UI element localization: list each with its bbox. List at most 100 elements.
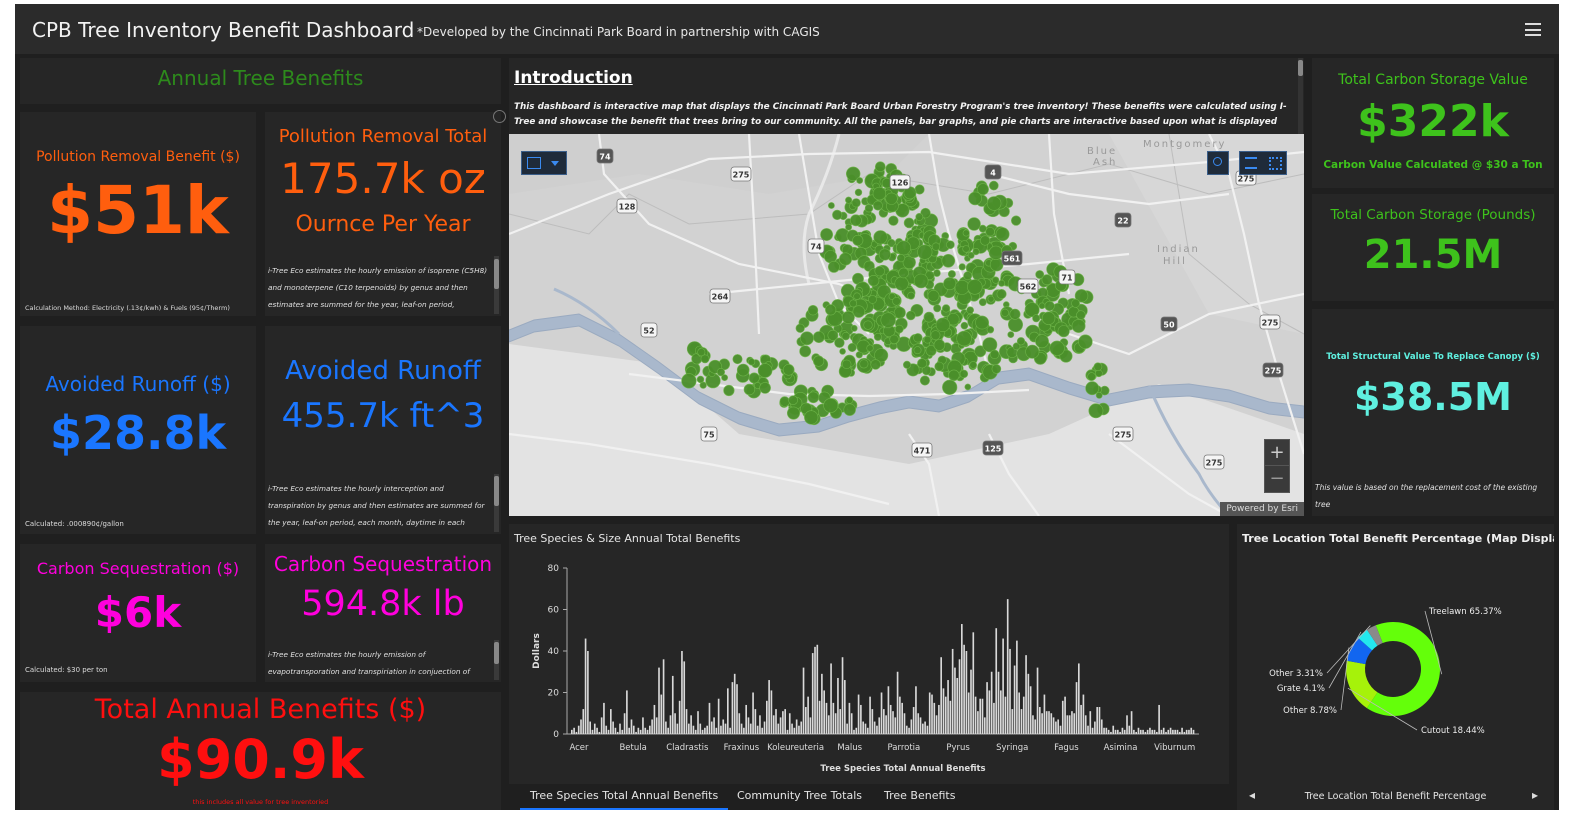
map-panel[interactable]: Blue Ash Montgomery Indian Hill 74 275 126…: [509, 134, 1304, 516]
bar[interactable]: [717, 698, 720, 734]
bar[interactable]: [685, 709, 688, 734]
bar[interactable]: [866, 727, 869, 734]
bar[interactable]: [958, 659, 961, 734]
bar[interactable]: [766, 700, 768, 734]
bar[interactable]: [1098, 707, 1101, 734]
bar[interactable]: [763, 721, 766, 734]
bar[interactable]: [637, 727, 640, 734]
tree-point[interactable]: [779, 396, 790, 407]
bar[interactable]: [626, 690, 628, 734]
bar-chart-panel[interactable]: Tree Species & Size Annual Total Benefit…: [509, 524, 1229, 784]
bar[interactable]: [715, 727, 718, 734]
bar[interactable]: [1006, 599, 1009, 735]
bar[interactable]: [580, 719, 582, 734]
tree-point[interactable]: [991, 364, 1002, 374]
bar[interactable]: [571, 729, 573, 734]
tree-point[interactable]: [852, 305, 865, 318]
bar[interactable]: [1078, 663, 1080, 734]
tree-point[interactable]: [759, 382, 771, 394]
carbon-storage-value-panel[interactable]: Total Carbon Storage Value $322k Carbon …: [1312, 58, 1554, 188]
bar[interactable]: [1188, 729, 1190, 734]
bar[interactable]: [1165, 731, 1167, 734]
bar[interactable]: [706, 725, 708, 734]
bar[interactable]: [896, 671, 899, 734]
tree-point[interactable]: [942, 379, 958, 395]
bar[interactable]: [683, 661, 686, 735]
tree-point[interactable]: [839, 348, 846, 355]
tree-point[interactable]: [799, 345, 812, 358]
tree-point[interactable]: [1009, 308, 1021, 320]
tree-point[interactable]: [930, 330, 941, 341]
bar[interactable]: [738, 713, 741, 734]
map-search-button[interactable]: [1207, 151, 1229, 175]
bar[interactable]: [938, 704, 940, 734]
tree-point[interactable]: [915, 213, 924, 221]
bar[interactable]: [805, 707, 807, 734]
tree-point[interactable]: [903, 217, 915, 229]
pollution-benefit-panel[interactable]: Pollution Removal Benefit ($) $51k Calcu…: [20, 112, 256, 316]
menu-icon[interactable]: [1525, 23, 1541, 36]
bar[interactable]: [1172, 729, 1174, 734]
bar[interactable]: [1043, 694, 1046, 734]
bar[interactable]: [651, 719, 653, 734]
bar[interactable]: [768, 680, 770, 734]
bar[interactable]: [903, 713, 906, 734]
bar[interactable]: [798, 725, 800, 734]
bar[interactable]: [701, 729, 704, 734]
tree-point[interactable]: [841, 332, 850, 341]
bar[interactable]: [1002, 638, 1004, 734]
bar[interactable]: [846, 723, 848, 735]
bar[interactable]: [694, 729, 697, 734]
carbon-seq-benefit-panel[interactable]: Carbon Sequestration ($) $6k Calculated:…: [20, 544, 256, 682]
bar[interactable]: [593, 723, 596, 735]
tree-point[interactable]: [942, 304, 951, 313]
tree-point[interactable]: [872, 200, 883, 211]
bar[interactable]: [940, 657, 942, 734]
bar[interactable]: [885, 715, 887, 734]
tree-point[interactable]: [995, 227, 1010, 242]
tree-point[interactable]: [917, 358, 928, 369]
bar[interactable]: [1133, 729, 1135, 734]
bar[interactable]: [823, 690, 825, 734]
bar[interactable]: [660, 694, 663, 734]
tree-point[interactable]: [851, 198, 861, 208]
tree-point[interactable]: [958, 263, 966, 271]
bar[interactable]: [869, 696, 871, 734]
bar[interactable]: [922, 723, 924, 735]
carbon-storage-pounds-panel[interactable]: Total Carbon Storage (Pounds) 21.5M: [1312, 194, 1554, 301]
bar[interactable]: [692, 725, 695, 734]
bar[interactable]: [782, 711, 784, 734]
bar[interactable]: [809, 717, 812, 734]
bar[interactable]: [710, 721, 713, 734]
bar[interactable]: [770, 690, 773, 734]
bar[interactable]: [894, 717, 897, 734]
tree-point[interactable]: [841, 310, 855, 324]
bar[interactable]: [605, 725, 608, 734]
tree-point[interactable]: [736, 363, 750, 377]
bar[interactable]: [977, 711, 979, 734]
bar[interactable]: [708, 702, 711, 735]
tree-point[interactable]: [893, 306, 906, 319]
bar[interactable]: [1013, 665, 1016, 734]
bar[interactable]: [915, 686, 917, 734]
bar[interactable]: [646, 729, 649, 734]
bar[interactable]: [596, 727, 598, 734]
bar[interactable]: [1061, 700, 1064, 734]
bar[interactable]: [1094, 721, 1096, 734]
tree-point[interactable]: [986, 196, 1002, 211]
bar[interactable]: [1123, 729, 1126, 734]
tree-point[interactable]: [967, 279, 983, 295]
tree-point[interactable]: [998, 279, 1006, 287]
donut-chart[interactable]: Treelawn 65.37% Cutout 18.44% Other 8.78% G…: [1237, 548, 1554, 784]
tree-point[interactable]: [1095, 391, 1103, 399]
bar[interactable]: [635, 731, 637, 734]
bar[interactable]: [1105, 727, 1108, 734]
tree-point[interactable]: [823, 250, 837, 264]
bar[interactable]: [827, 715, 830, 734]
bar[interactable]: [1016, 640, 1018, 735]
tree-point[interactable]: [972, 247, 980, 256]
tree-point[interactable]: [872, 186, 887, 201]
runoff-total-scroll-thumb[interactable]: [494, 476, 499, 506]
tree-point[interactable]: [917, 244, 933, 260]
chevron-down-icon[interactable]: [551, 161, 559, 166]
